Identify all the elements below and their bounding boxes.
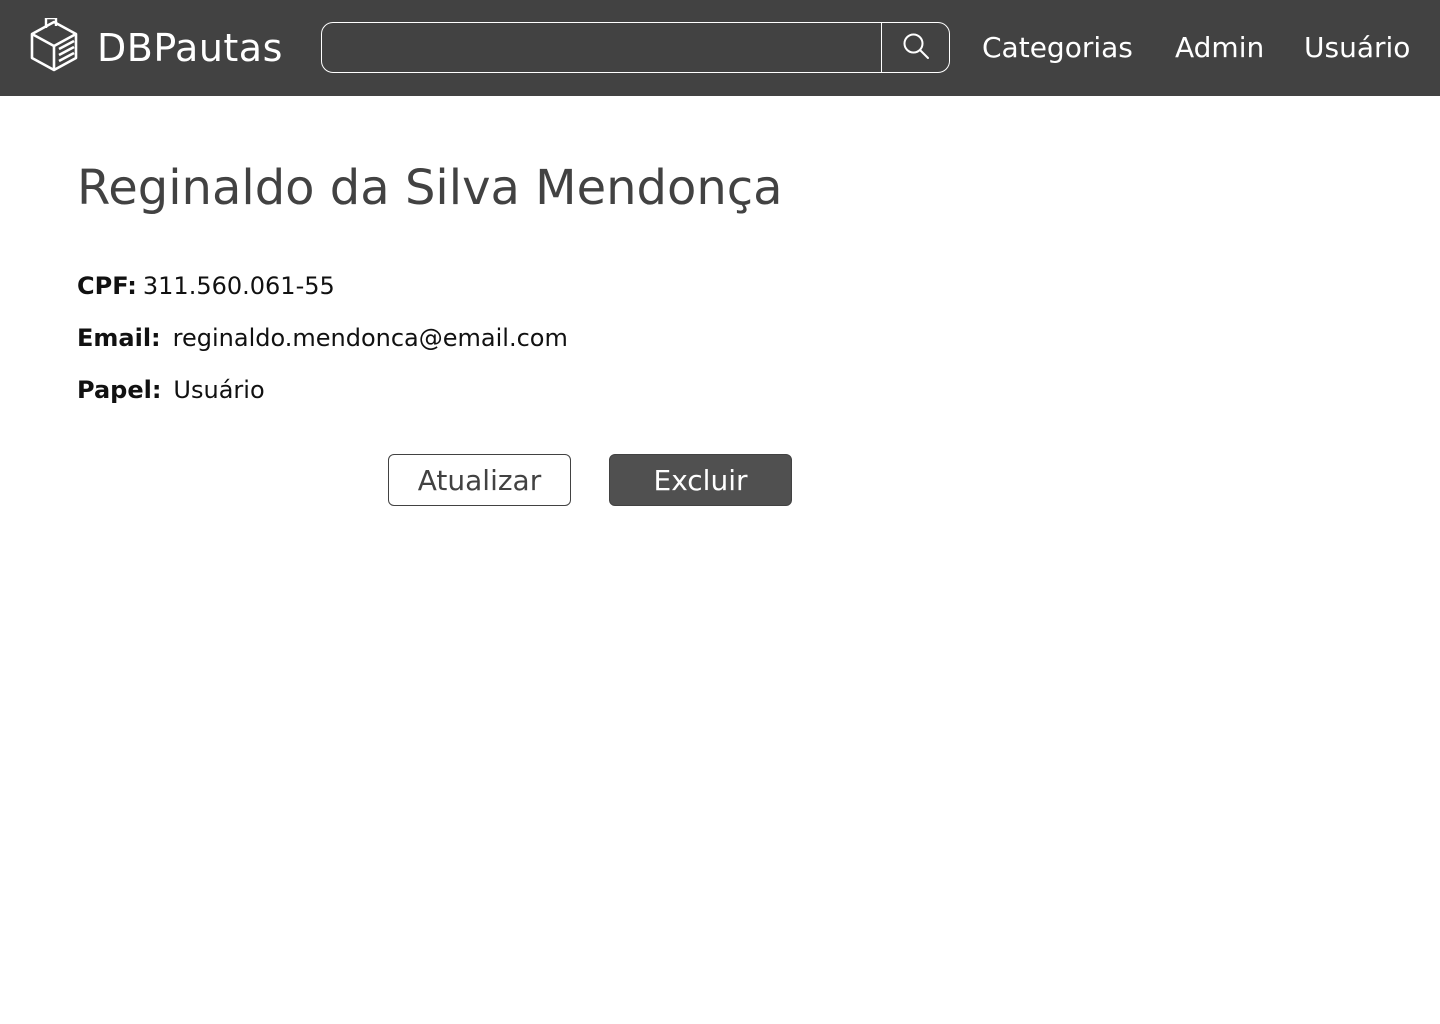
cpf-row: CPF: 311.560.061-55: [77, 270, 335, 302]
search-button[interactable]: [881, 23, 949, 72]
email-row: Email: reginaldo.mendonca@email.com: [77, 322, 568, 354]
papel-row: Papel: Usuário: [77, 374, 265, 406]
nav-categorias-link[interactable]: Categorias: [982, 30, 1133, 66]
papel-label: Papel:: [77, 376, 162, 404]
top-navbar: DBPautas Categorias Admin Usuário: [0, 0, 1440, 96]
cpf-label: CPF:: [77, 272, 137, 300]
search-input[interactable]: [323, 24, 880, 71]
search-icon: [901, 31, 931, 65]
cpf-value: 311.560.061-55: [142, 272, 335, 300]
search-bar: [321, 22, 950, 73]
email-label: Email:: [77, 324, 161, 352]
page-title: Reginaldo da Silva Mendonça: [77, 160, 783, 216]
update-button[interactable]: Atualizar: [388, 454, 571, 506]
papel-value: Usuário: [173, 376, 265, 404]
nav-admin-link[interactable]: Admin: [1175, 30, 1264, 66]
brand-name[interactable]: DBPautas: [97, 24, 283, 72]
email-value: reginaldo.mendonca@email.com: [172, 324, 568, 352]
ballot-box-icon[interactable]: [30, 16, 78, 74]
delete-button[interactable]: Excluir: [609, 454, 792, 506]
nav-usuario-link[interactable]: Usuário: [1304, 30, 1410, 66]
